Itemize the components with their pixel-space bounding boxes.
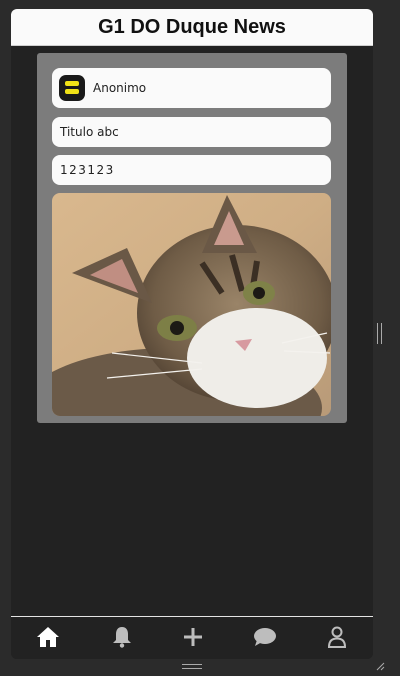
plus-icon: [184, 628, 202, 646]
bottom-nav: [11, 616, 373, 659]
post-card: Anonimo Titulo abc 123123: [37, 53, 347, 423]
user-icon: [327, 626, 347, 648]
cat-photo: [52, 193, 331, 416]
home-icon: [37, 627, 59, 647]
author-name: Anonimo: [93, 81, 147, 95]
post-image[interactable]: [52, 193, 331, 416]
app-window: G1 DO Duque News Anonimo Titulo abc 1231…: [11, 9, 373, 659]
post-title-field[interactable]: Titulo abc: [52, 117, 331, 147]
bottom-drag-handle[interactable]: [182, 664, 202, 669]
post-body-field[interactable]: 123123: [52, 155, 331, 185]
server-icon: [59, 75, 85, 101]
author-row[interactable]: Anonimo: [52, 68, 331, 108]
app-header: G1 DO Duque News: [11, 9, 373, 46]
post-title-value: Titulo abc: [60, 125, 119, 139]
nav-home[interactable]: [28, 617, 68, 657]
nav-messages[interactable]: [245, 617, 285, 657]
nav-notifications[interactable]: [102, 617, 142, 657]
nav-profile[interactable]: [317, 617, 357, 657]
panel-resize-handle[interactable]: [377, 323, 382, 344]
post-body-value: 123123: [60, 163, 115, 177]
nav-add[interactable]: [173, 617, 213, 657]
chat-icon: [254, 628, 276, 646]
page-title: G1 DO Duque News: [98, 15, 286, 38]
resize-grip-icon[interactable]: [375, 661, 385, 671]
bell-icon: [113, 627, 131, 648]
